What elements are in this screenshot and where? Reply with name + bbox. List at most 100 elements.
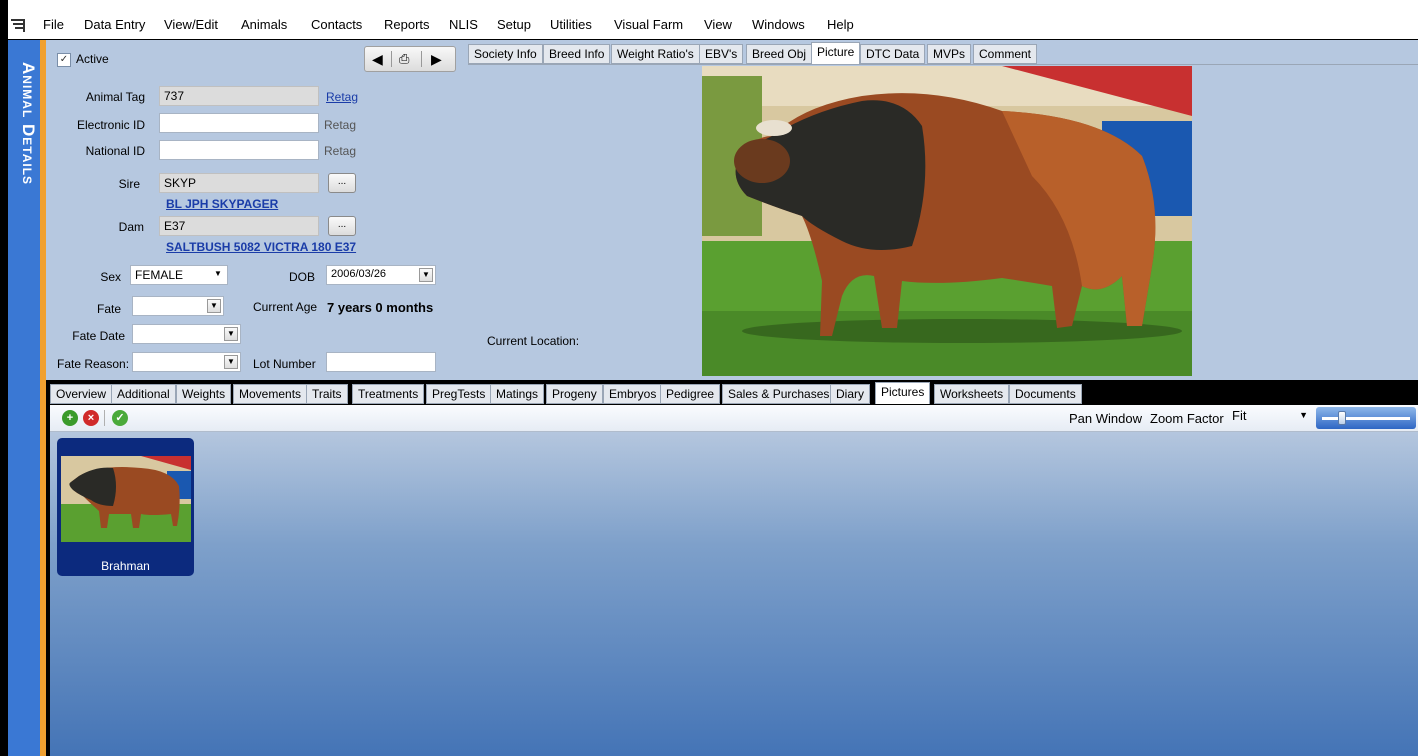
dam-name-link[interactable]: SALTBUSH 5082 VICTRA 180 E37 [166, 240, 356, 254]
tab-mvps[interactable]: MVPs [927, 44, 972, 64]
fate-date-picker[interactable]: ▼ [132, 324, 241, 344]
fate-reason-label: Fate Reason: [57, 357, 130, 371]
tab-treatments[interactable]: Treatments [352, 384, 425, 404]
tab-society-info[interactable]: Society Info [468, 44, 543, 64]
add-picture-icon[interactable]: + [62, 410, 78, 426]
thumbnail-image[interactable] [61, 456, 191, 542]
tab-ebvs[interactable]: EBV's [699, 44, 744, 64]
dam-label: Dam [118, 220, 144, 234]
tab-matings[interactable]: Matings [490, 384, 545, 404]
menu-file[interactable]: File [43, 17, 64, 32]
tab-traits[interactable]: Traits [306, 384, 348, 404]
retag-eid-text: Retag [324, 118, 357, 132]
tab-pedigree[interactable]: Pedigree [660, 384, 721, 404]
tab-weights[interactable]: Weights [176, 384, 232, 404]
chevron-down-icon: ▼ [1299, 410, 1308, 420]
tab-breed-obj[interactable]: Breed Obj [746, 44, 813, 64]
fate-reason-dropdown[interactable]: ▼ [132, 352, 241, 372]
pictures-toolbar: + × ✓ Pan Window Zoom Factor Fit ▼ [50, 405, 1418, 432]
lot-number-field[interactable] [326, 352, 436, 372]
calendar-dropdown-icon[interactable]: ▼ [224, 327, 238, 341]
chevron-down-icon: ▼ [224, 355, 238, 369]
dob-picker[interactable]: 2006/03/26 ▼ [326, 265, 436, 285]
electronic-id-field[interactable] [159, 113, 319, 133]
delete-picture-icon[interactable]: × [83, 410, 99, 426]
tab-weight-ratios[interactable]: Weight Ratio's [611, 44, 700, 64]
fate-date-label: Fate Date [72, 329, 125, 343]
retag-link[interactable]: Retag [326, 90, 358, 104]
tab-picture[interactable]: Picture [811, 42, 861, 64]
menu-setup[interactable]: Setup [497, 17, 531, 32]
electronic-id-label: Electronic ID [76, 118, 145, 132]
sidebar: Animal Details [8, 40, 40, 756]
print-icon[interactable]: ⎙ [399, 52, 409, 66]
animal-tag-field[interactable]: 737 [159, 86, 319, 106]
menu-bar: File Data Entry View/Edit Animals Contac… [8, 12, 1418, 39]
menu-utilities[interactable]: Utilities [550, 17, 592, 32]
slider-thumb[interactable] [1338, 411, 1346, 425]
zoom-factor-label: Zoom Factor [1150, 411, 1224, 426]
menu-nlis[interactable]: NLIS [449, 17, 478, 32]
slider-track [1322, 417, 1410, 420]
current-age-label: Current Age [253, 300, 318, 314]
zoom-factor-dropdown[interactable]: Fit ▼ [1232, 408, 1312, 428]
active-label: Active [76, 52, 109, 66]
sidebar-title: Animal Details [19, 62, 38, 186]
menu-windows[interactable]: Windows [752, 17, 805, 32]
menu-view-edit[interactable]: View/Edit [164, 17, 218, 32]
sire-label: Sire [118, 177, 140, 191]
next-arrow-icon[interactable]: ▶ [431, 52, 442, 66]
tab-embryos[interactable]: Embryos [603, 384, 663, 404]
tab-diary[interactable]: Diary [830, 384, 871, 404]
current-age-value: 7 years 0 months [327, 300, 434, 315]
tab-sales-purchases[interactable]: Sales & Purchases [722, 384, 836, 404]
menu-view[interactable]: View [704, 17, 732, 32]
app-menu-icon[interactable] [10, 16, 28, 34]
tab-progeny[interactable]: Progeny [546, 384, 603, 404]
tab-dtc-data[interactable]: DTC Data [860, 44, 926, 64]
tab-comment[interactable]: Comment [973, 44, 1038, 64]
menu-reports[interactable]: Reports [384, 17, 430, 32]
chevron-down-icon: ▼ [207, 299, 221, 313]
sire-name-link[interactable]: BL JPH SKYPAGER [166, 197, 278, 211]
pan-window-button[interactable]: Pan Window [1069, 411, 1142, 426]
tab-documents[interactable]: Documents [1009, 384, 1082, 404]
tab-overview[interactable]: Overview [50, 384, 113, 404]
thumbnail-caption: Brahman [101, 559, 150, 573]
menu-help[interactable]: Help [827, 17, 854, 32]
sire-field[interactable]: SKYP [159, 173, 319, 193]
dob-label: DOB [288, 270, 315, 284]
calendar-dropdown-icon[interactable]: ▼ [419, 268, 433, 282]
animal-photo [702, 66, 1192, 376]
tab-pregtests[interactable]: PregTests [426, 384, 492, 404]
fate-dropdown[interactable]: ▼ [132, 296, 224, 316]
tab-movements[interactable]: Movements [233, 384, 308, 404]
dob-value: 2006/03/26 [331, 268, 387, 280]
retag-nid-text: Retag [324, 144, 357, 158]
sex-value: FEMALE [135, 268, 184, 282]
sex-dropdown[interactable]: FEMALE ▼ [130, 265, 228, 285]
national-id-label: National ID [85, 144, 145, 158]
dam-field[interactable]: E37 [159, 216, 319, 236]
window-frame-left [0, 0, 8, 756]
record-navigation: ◀ ⎙ ▶ [364, 46, 456, 72]
zoom-slider[interactable] [1316, 407, 1416, 429]
current-location-label: Current Location: [487, 334, 580, 348]
tab-worksheets[interactable]: Worksheets [934, 384, 1010, 404]
menu-data-entry[interactable]: Data Entry [84, 17, 145, 32]
national-id-field[interactable] [159, 140, 319, 160]
animal-tag-label: Animal Tag [85, 90, 145, 104]
tab-breed-info[interactable]: Breed Info [543, 44, 611, 64]
sex-label: Sex [100, 270, 121, 284]
menu-visual-farm[interactable]: Visual Farm [614, 17, 683, 32]
menu-contacts[interactable]: Contacts [311, 17, 362, 32]
sire-lookup-button[interactable]: ... [328, 173, 356, 193]
active-checkbox[interactable]: ✓ [57, 53, 71, 67]
previous-arrow-icon[interactable]: ◀ [372, 52, 383, 66]
top-band [8, 0, 1418, 12]
tab-pictures[interactable]: Pictures [875, 382, 931, 404]
tab-additional[interactable]: Additional [111, 384, 176, 404]
save-picture-icon[interactable]: ✓ [112, 410, 128, 426]
dam-lookup-button[interactable]: ... [328, 216, 356, 236]
menu-animals[interactable]: Animals [241, 17, 287, 32]
